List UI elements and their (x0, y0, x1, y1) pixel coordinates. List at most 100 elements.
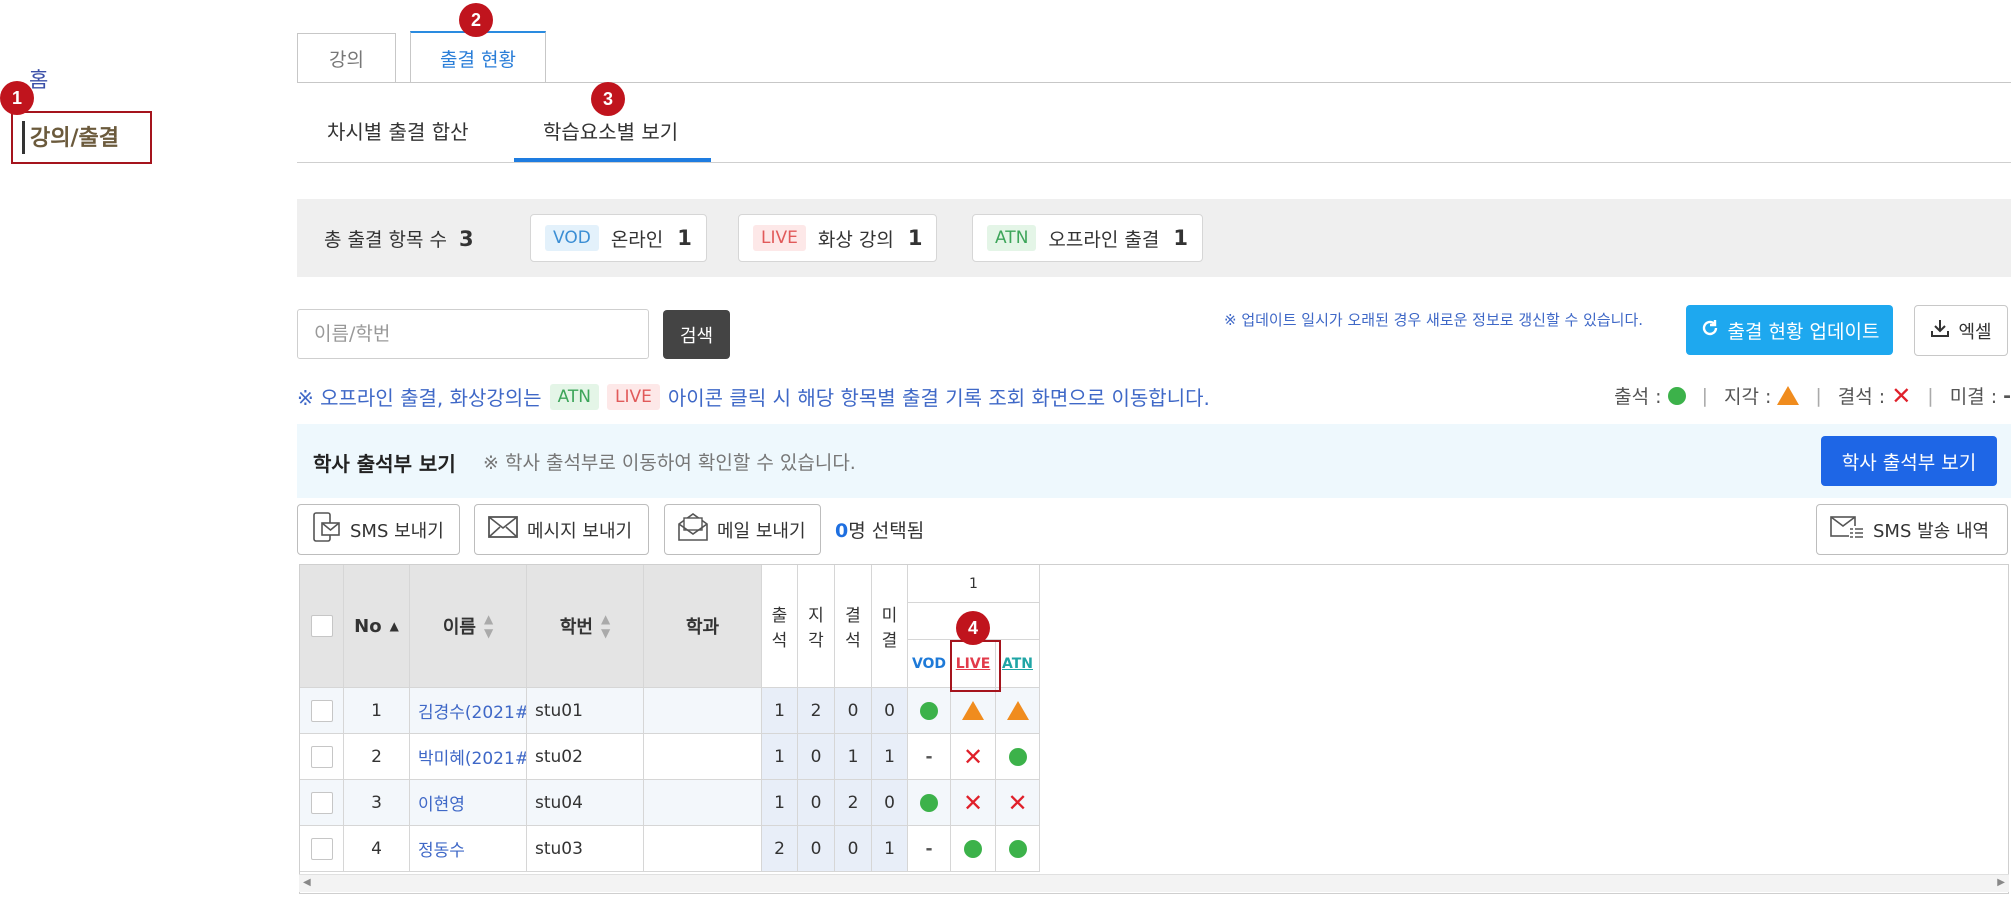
status-vod-cell (908, 688, 951, 734)
tab-attendance-status[interactable]: 출결 현황 (410, 31, 546, 83)
envelope-icon (487, 515, 519, 544)
guide-suffix: 아이콘 클릭 시 해당 항목별 출결 기록 조회 화면으로 이동합니다. (667, 386, 1210, 410)
cell-late: 2 (810, 700, 822, 721)
row-checkbox[interactable] (310, 837, 333, 860)
status-atn-cell[interactable] (996, 826, 1040, 872)
header-vod: VOD (908, 640, 951, 688)
attendance-summary-bar: 총 출결 항목 수 3 VOD 온라인 1 LIVE 화상 강의 1 ATN 오프… (297, 199, 2011, 277)
header-student-id-label: 학번 (559, 617, 593, 638)
row-checkbox[interactable] (310, 699, 333, 722)
header-student-id[interactable]: 학번 ▲ ▼ (527, 565, 644, 688)
header-atn-link[interactable]: ATN (996, 640, 1040, 688)
subtab-session-total[interactable]: 차시별 출결 합산 (327, 116, 469, 145)
header-session-1: 1 (908, 565, 1040, 603)
col-present: 2 (762, 826, 798, 872)
col-present: 1 (762, 688, 798, 734)
status-live-cell[interactable]: ✕ (951, 780, 996, 826)
col-undecided: 0 (872, 688, 908, 734)
atn-tag: ATN (987, 225, 1037, 251)
late-triangle-icon (1777, 386, 1800, 405)
cell-no: 1 (371, 700, 382, 721)
cell-undecided: 0 (884, 792, 895, 813)
col-absent: 0 (835, 688, 872, 734)
col-id: stu03 (527, 826, 644, 872)
guide-live-tag: LIVE (607, 383, 660, 410)
live-tag: LIVE (753, 225, 806, 251)
cell-name[interactable]: 박미혜(2021# (418, 744, 526, 769)
phone-mail-icon (310, 511, 342, 548)
search-button[interactable]: 검색 (663, 310, 730, 359)
vod-count: 1 (677, 226, 692, 250)
legend-separator: | (1927, 384, 1934, 407)
update-button-label: 출결 현황 업데이트 (1727, 320, 1880, 343)
search-input[interactable] (297, 309, 649, 359)
academic-attendance-button[interactable]: 학사 출석부 보기 (1821, 436, 1997, 486)
cell-present: 1 (774, 700, 785, 721)
col-dept (644, 780, 762, 826)
message-send-button[interactable]: 메시지 보내기 (474, 504, 649, 555)
row-checkbox[interactable] (310, 745, 333, 768)
row-checkbox[interactable] (310, 791, 333, 814)
sms-send-button[interactable]: SMS 보내기 (297, 504, 460, 555)
bookbar-title: 학사 출석부 보기 (313, 452, 456, 476)
summary-live: LIVE 화상 강의 1 (738, 214, 938, 262)
select-all-checkbox[interactable] (310, 615, 333, 637)
excel-download-button[interactable]: 엑셀 (1914, 305, 2008, 356)
legend-present-label: 출석 : (1614, 386, 1662, 408)
summary-vod: VOD 온라인 1 (530, 214, 707, 262)
status-live-cell[interactable] (951, 826, 996, 872)
header-name-label: 이름 (442, 617, 476, 638)
select-all-cell (300, 565, 344, 688)
cell-no: 2 (371, 746, 382, 767)
cell-late: 0 (810, 792, 822, 813)
cell-name[interactable]: 김경수(2021# (418, 698, 526, 723)
cell-name[interactable]: 이현영 (418, 790, 465, 815)
late-triangle-icon (962, 701, 984, 720)
sms-history-label: SMS 발송 내역 (1873, 520, 1990, 542)
selected-count: 0명 선택됨 (835, 516, 924, 543)
status-live-cell[interactable] (951, 688, 996, 734)
cell-absent: 2 (847, 792, 859, 813)
mail-list-icon (1829, 514, 1865, 545)
header-no[interactable]: No ▲ (344, 565, 410, 688)
download-icon (1930, 318, 1950, 343)
col-dept (644, 826, 762, 872)
col-name: 정동수 (410, 826, 527, 872)
cell-name[interactable]: 정동수 (418, 836, 465, 861)
scroll-right-icon[interactable]: ▶ (1997, 877, 2005, 888)
cell-absent: 0 (847, 700, 859, 721)
total-items-value: 3 (459, 227, 474, 251)
status-atn-cell[interactable]: ✕ (996, 780, 1040, 826)
header-absent: 결 석 (835, 565, 872, 688)
header-no-label: No (354, 615, 382, 637)
cell-late: 0 (810, 746, 822, 767)
absent-x-icon: ✕ (1007, 788, 1028, 817)
status-atn-cell[interactable] (996, 688, 1040, 734)
annotation-marker-1: 1 (0, 81, 34, 115)
sms-history-button[interactable]: SMS 발송 내역 (1816, 504, 2008, 555)
header-name[interactable]: 이름 ▲ ▼ (410, 565, 527, 688)
subtab-by-learning-element[interactable]: 학습요소별 보기 (543, 116, 678, 145)
tabs-divider (297, 82, 2011, 83)
status-live-cell[interactable]: ✕ (951, 734, 996, 780)
tab-lecture[interactable]: 강의 (297, 33, 396, 83)
col-late: 2 (798, 688, 835, 734)
update-attendance-button[interactable]: 출결 현황 업데이트 (1686, 305, 1893, 355)
vod-label: 온라인 (610, 228, 664, 251)
cell-undecided: 1 (884, 838, 895, 859)
cell-id: stu03 (535, 838, 583, 859)
col-name: 이현영 (410, 780, 527, 826)
mail-send-button[interactable]: 메일 보내기 (664, 504, 821, 555)
col-present: 1 (762, 734, 798, 780)
cell-no: 4 (371, 838, 382, 859)
col-absent: 1 (835, 734, 872, 780)
scroll-left-icon[interactable]: ◀ (303, 877, 311, 888)
vod-tag: VOD (545, 225, 599, 251)
status-atn-cell[interactable] (996, 734, 1040, 780)
col-dept (644, 734, 762, 780)
col-late: 0 (798, 734, 835, 780)
cell-undecided: 0 (884, 700, 895, 721)
sidebar-item-lecture-attendance[interactable]: 강의/출결 (11, 111, 152, 164)
horizontal-scrollbar[interactable]: ◀ ▶ (299, 874, 2009, 892)
annotation-marker-4: 4 (956, 611, 990, 645)
